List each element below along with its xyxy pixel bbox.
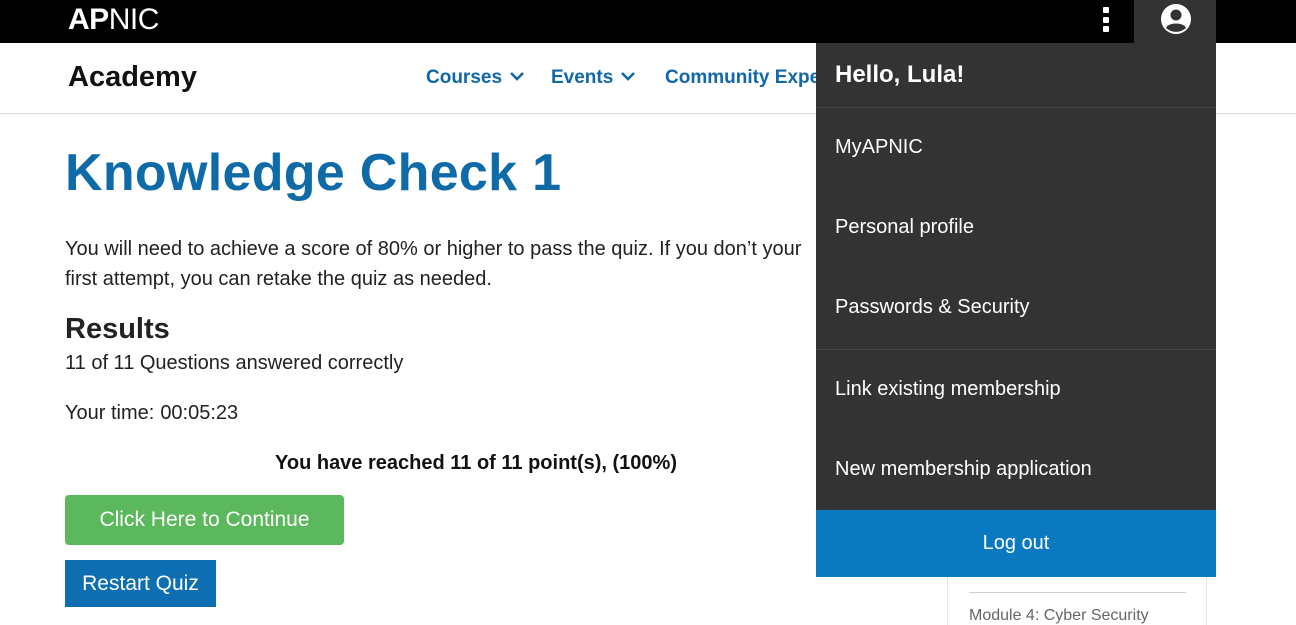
nav-community-experts[interactable]: Community Exper bbox=[665, 67, 828, 89]
quiz-time: Your time: 00:05:23 bbox=[65, 402, 238, 425]
nav-community-label: Community Exper bbox=[665, 67, 828, 88]
points-summary: You have reached 11 of 11 point(s), (100… bbox=[275, 452, 677, 474]
menu-divider bbox=[816, 349, 1216, 350]
sidebar-divider bbox=[969, 592, 1186, 593]
chevron-down-icon bbox=[621, 72, 636, 81]
quiz-intro-text: You will need to achieve a score of 80% … bbox=[65, 238, 802, 290]
logo-bold-text: AP bbox=[68, 3, 109, 36]
results-heading: Results bbox=[65, 313, 170, 345]
top-bar: APNIC bbox=[0, 0, 1296, 43]
menu-divider bbox=[816, 107, 1216, 108]
restart-quiz-button[interactable]: Restart Quiz bbox=[65, 560, 216, 607]
logout-button[interactable]: Log out bbox=[816, 510, 1216, 577]
site-title[interactable]: Academy bbox=[68, 61, 197, 94]
user-menu-button[interactable] bbox=[1134, 0, 1216, 43]
time-value: 00:05:23 bbox=[160, 402, 239, 424]
menu-item-passwords-security[interactable]: Passwords & Security bbox=[835, 296, 1030, 319]
chevron-down-icon bbox=[510, 72, 524, 81]
menu-item-personal-profile[interactable]: Personal profile bbox=[835, 216, 974, 239]
sidebar-module-link[interactable]: Module 4: Cyber Security bbox=[969, 607, 1149, 625]
nav-events[interactable]: Events bbox=[551, 67, 636, 89]
menu-item-new-membership[interactable]: New membership application bbox=[835, 458, 1092, 481]
user-circle-icon bbox=[1161, 4, 1191, 34]
menu-item-link-membership[interactable]: Link existing membership bbox=[835, 378, 1061, 401]
menu-item-myapnic[interactable]: MyAPNIC bbox=[835, 136, 923, 159]
user-dropdown-menu: Hello, Lula! MyAPNIC Personal profile Pa… bbox=[816, 43, 1216, 577]
time-label: Your time: bbox=[65, 402, 155, 424]
course-sidebar: Module 4: Cyber Security bbox=[947, 577, 1207, 625]
continue-button[interactable]: Click Here to Continue bbox=[65, 495, 344, 545]
apnic-logo[interactable]: APNIC bbox=[68, 4, 159, 36]
answered-summary: 11 of 11 Questions answered correctly bbox=[65, 352, 404, 374]
user-greeting: Hello, Lula! bbox=[835, 61, 965, 88]
nav-events-label: Events bbox=[551, 67, 614, 88]
nav-courses[interactable]: Courses bbox=[426, 67, 524, 89]
page-title: Knowledge Check 1 bbox=[65, 144, 562, 202]
nav-courses-label: Courses bbox=[426, 67, 503, 88]
logo-regular-text: NIC bbox=[108, 3, 160, 36]
kebab-menu-icon[interactable] bbox=[1094, 0, 1118, 43]
